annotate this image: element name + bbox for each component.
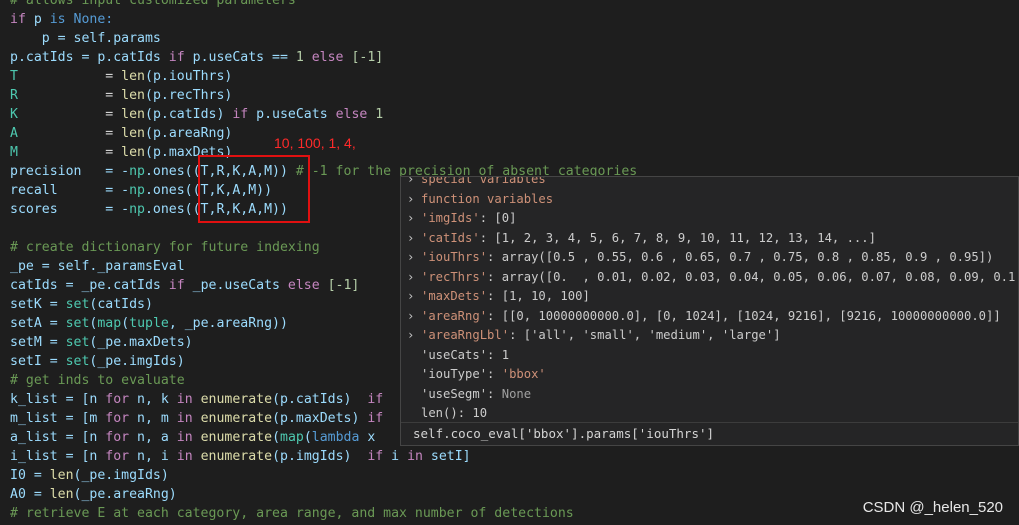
code-line: setI = set(_pe.imgIds) xyxy=(10,354,185,369)
hover-row-useSegm: 'useSegm': None xyxy=(421,386,532,401)
code-line: R = len(p.recThrs) xyxy=(10,88,233,103)
debug-hover-tooltip[interactable]: › special variables › function variables ›… xyxy=(400,176,1019,446)
code-line: A0 = len(_pe.areaRng) xyxy=(10,487,177,502)
code-line: A = len(p.areaRng) xyxy=(10,126,233,141)
hover-expression-footer: self.coco_eval['bbox'].params['iouThrs'] xyxy=(401,422,1018,445)
chevron-right-icon[interactable]: › xyxy=(407,248,421,268)
chevron-right-icon[interactable]: › xyxy=(407,326,421,346)
code-line: # retrieve E at each category, area rang… xyxy=(10,506,574,521)
hover-row-iouThrs[interactable]: ›'iouThrs': array([0.5 , 0.55, 0.6 , 0.6… xyxy=(407,248,993,268)
code-line: if p is None: xyxy=(10,12,114,27)
code-line: # allows input customized parameters xyxy=(10,0,296,8)
code-line: m_list = [m for n, m in enumerate(p.maxD… xyxy=(10,411,384,426)
hover-row-imgIds[interactable]: ›'imgIds': [0] xyxy=(407,209,516,229)
code-line: setA = set(map(tuple, _pe.areaRng)) xyxy=(10,316,288,331)
hover-row-areaRng[interactable]: ›'areaRng': [[0, 10000000000.0], [0, 102… xyxy=(407,307,1001,327)
code-line: # get inds to evaluate xyxy=(10,373,185,388)
code-line: p = self.params xyxy=(10,31,161,46)
hover-row-len: len(): 10 xyxy=(421,406,488,420)
code-line: setK = set(catIds) xyxy=(10,297,153,312)
chevron-right-icon[interactable]: › xyxy=(407,268,421,288)
code-line: # create dictionary for future indexing xyxy=(10,240,320,255)
chevron-right-icon[interactable]: › xyxy=(407,287,421,307)
red-annotation: 10, 100, 1, 4, xyxy=(274,135,356,151)
hover-row-maxDets[interactable]: ›'maxDets': [1, 10, 100] xyxy=(407,287,590,307)
chevron-right-icon[interactable]: › xyxy=(407,190,421,210)
code-line: K = len(p.catIds) if p.useCats else 1 xyxy=(10,107,384,122)
watermark: CSDN @_helen_520 xyxy=(862,499,1003,516)
chevron-right-icon[interactable]: › xyxy=(407,307,421,327)
hover-row-recThrs[interactable]: ›'recThrs': array([0. , 0.01, 0.02, 0.03… xyxy=(407,268,1018,288)
hover-row-areaRngLbl[interactable]: ›'areaRngLbl': ['all', 'small', 'medium'… xyxy=(407,326,781,346)
code-line: I0 = len(_pe.imgIds) xyxy=(10,468,169,483)
hover-row-iouType: 'iouType': 'bbox' xyxy=(421,367,546,381)
code-line: p.catIds = p.catIds if p.useCats == 1 el… xyxy=(10,50,384,65)
code-line: a_list = [n for n, a in enumerate(map(la… xyxy=(10,430,376,445)
chevron-right-icon[interactable]: › xyxy=(407,209,421,229)
chevron-right-icon[interactable]: › xyxy=(407,177,421,190)
chevron-right-icon[interactable]: › xyxy=(407,229,421,249)
code-line: catIds = _pe.catIds if _pe.useCats else … xyxy=(10,278,360,293)
code-line: k_list = [n for n, k in enumerate(p.catI… xyxy=(10,392,384,407)
hover-row-useCats: 'useCats': 1 xyxy=(421,347,510,362)
hover-row-special-variables[interactable]: › special variables xyxy=(407,177,546,190)
code-line: i_list = [n for n, i in enumerate(p.imgI… xyxy=(10,449,471,464)
code-line: T = len(p.iouThrs) xyxy=(10,69,233,84)
red-highlight-box xyxy=(198,155,310,223)
hover-row-function-variables[interactable]: › function variables xyxy=(407,190,553,210)
hover-row-catIds[interactable]: ›'catIds': [1, 2, 3, 4, 5, 6, 7, 8, 9, 1… xyxy=(407,229,876,249)
code-line: _pe = self._paramsEval xyxy=(10,259,185,274)
code-line: setM = set(_pe.maxDets) xyxy=(10,335,193,350)
